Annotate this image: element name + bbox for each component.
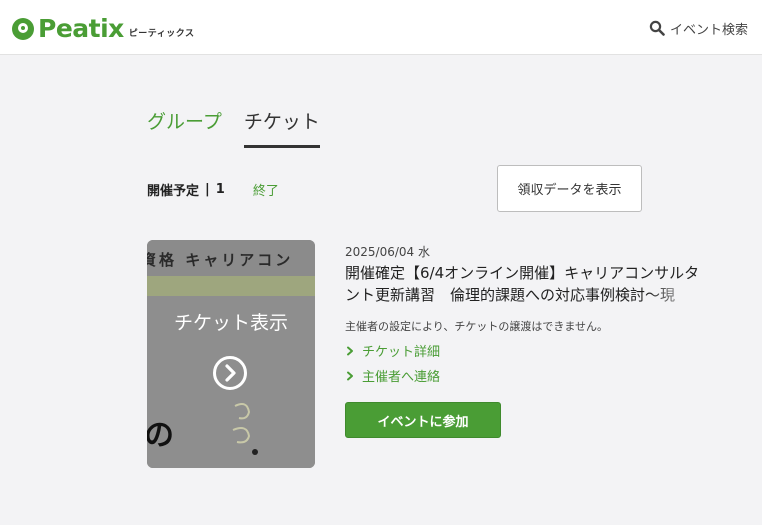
ticket-display-label: チケット表示 <box>173 312 288 334</box>
peatix-logo-icon <box>12 18 34 40</box>
chevron-right-circle-icon <box>213 356 247 390</box>
thumbnail-band <box>147 276 315 296</box>
contact-organizer-link[interactable]: 主催者へ連絡 <box>345 366 440 385</box>
logo-wordmark: Peatix <box>38 14 124 43</box>
contact-organizer-label: 主催者へ連絡 <box>362 370 441 385</box>
logo-subtitle: ピーティックス <box>128 28 195 39</box>
show-receipt-button[interactable]: 領収データを表示 <box>497 165 642 212</box>
tab-ticket[interactable]: チケット <box>243 108 320 148</box>
upcoming-count: 1 <box>215 182 225 197</box>
thumbnail-text: の <box>147 418 174 453</box>
ticket-thumbnail[interactable]: 資格 キャリアコン の チケット表示 <box>147 240 315 468</box>
ticket-detail-label: チケット詳細 <box>362 345 441 360</box>
peatix-logo[interactable]: Peatix ピーティックス <box>12 15 195 43</box>
search-label: イベント検索 <box>669 22 748 38</box>
chevron-right-icon <box>347 346 353 355</box>
filter-separator: | <box>205 182 210 197</box>
ticket-detail-link[interactable]: チケット詳細 <box>345 341 440 360</box>
thumbnail-decoration <box>232 403 258 455</box>
title-fade <box>647 284 707 306</box>
event-title[interactable]: 開催確定【6/4オンライン開催】キャリアコンサルタント更新講習 倫理的課題への対… <box>345 262 707 306</box>
filter-upcoming[interactable]: 開催予定 <box>147 180 199 199</box>
search-icon <box>649 20 665 36</box>
chevron-right-icon <box>347 371 353 380</box>
ticket-filter: 開催予定 | 1 終了 <box>147 180 279 199</box>
event-search-link[interactable]: イベント検索 <box>649 18 748 38</box>
filter-ended[interactable]: 終了 <box>253 180 279 199</box>
thumbnail-heading: 資格 キャリアコン <box>147 251 294 269</box>
site-header: Peatix ピーティックス イベント検索 <box>0 0 762 55</box>
event-date: 2025/06/04 水 <box>345 245 430 259</box>
join-event-button[interactable]: イベントに参加 <box>345 402 501 438</box>
tab-group[interactable]: グループ <box>147 108 222 148</box>
tab-bar: グループ チケット <box>147 108 342 148</box>
transfer-note: 主催者の設定により、チケットの譲渡はできません。 <box>345 320 609 333</box>
